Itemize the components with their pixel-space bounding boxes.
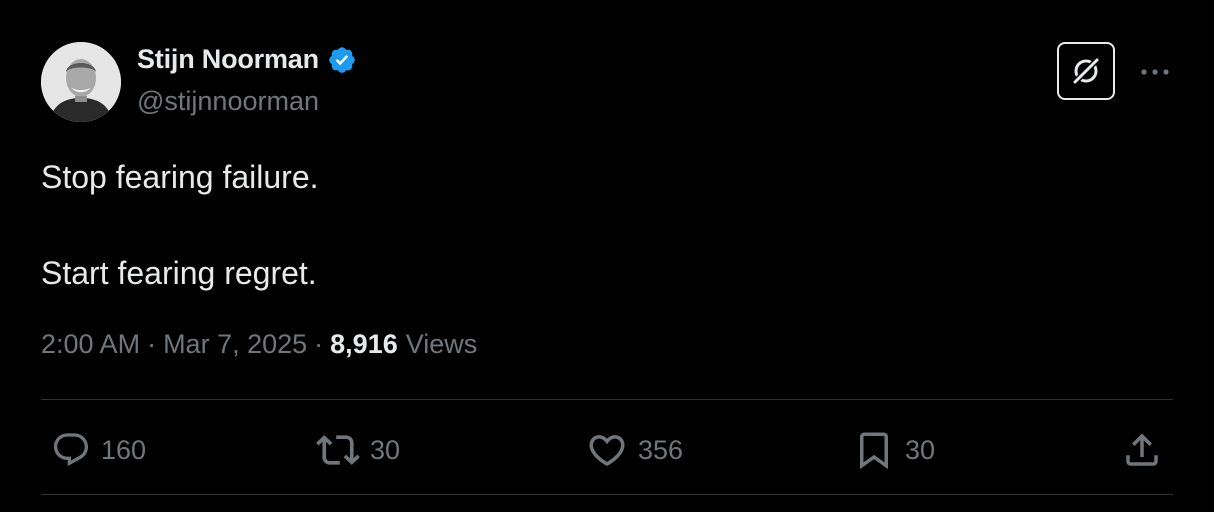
divider-bottom [41, 494, 1173, 495]
repost-icon [316, 435, 360, 465]
like-count: 356 [638, 434, 684, 465]
avatar-image [41, 42, 121, 122]
share-button[interactable] [1121, 425, 1163, 475]
meta-separator: · [314, 329, 324, 359]
grok-button[interactable] [1057, 42, 1115, 100]
tweet-text: Stop fearing failure. Start fearing regr… [41, 159, 319, 291]
action-bar: 160 30 356 30 [0, 425, 1214, 475]
views-label[interactable]: Views [406, 329, 478, 360]
bookmark-count: 30 [905, 434, 936, 465]
reply-count: 160 [101, 434, 147, 465]
verified-badge-icon[interactable] [327, 45, 357, 75]
tweet-time[interactable]: 2:00 AM [41, 329, 140, 360]
meta-separator: · [147, 329, 157, 359]
author-name-row[interactable]: Stijn Noorman [137, 44, 357, 75]
bookmark-button[interactable]: 30 [853, 425, 935, 475]
tweet-meta: 2:00 AM · Mar 7, 2025 · 8,916 Views [41, 329, 477, 360]
reply-button[interactable]: 160 [51, 425, 146, 475]
like-button[interactable]: 356 [586, 425, 683, 475]
more-icon [1141, 69, 1169, 75]
reply-icon [53, 433, 89, 467]
grok-icon [1071, 56, 1101, 86]
divider-top [41, 399, 1173, 400]
views-count[interactable]: 8,916 [330, 329, 398, 360]
repost-button[interactable]: 30 [316, 425, 400, 475]
author-handle[interactable]: @stijnnoorman [137, 86, 319, 117]
more-options-button[interactable] [1138, 60, 1172, 84]
tweet-date[interactable]: Mar 7, 2025 [163, 329, 307, 360]
share-icon [1126, 433, 1158, 466]
author-display-name[interactable]: Stijn Noorman [137, 44, 319, 75]
repost-count: 30 [370, 434, 401, 465]
avatar[interactable] [41, 42, 121, 122]
bookmark-icon [860, 432, 888, 470]
like-icon [589, 435, 625, 467]
